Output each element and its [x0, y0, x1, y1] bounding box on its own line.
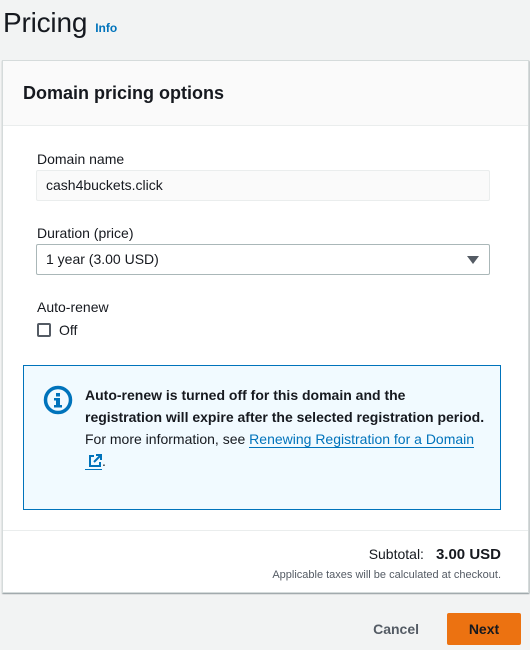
duration-selected-value: 1 year (3.00 USD) [46, 251, 159, 267]
duration-select[interactable]: 1 year (3.00 USD) [36, 244, 490, 275]
subtotal-value: 3.00 USD [435, 546, 501, 563]
domain-name-field[interactable]: cash4buckets.click [36, 170, 490, 201]
page-header: Pricing Info [3, 6, 117, 40]
info-link[interactable]: Info [95, 21, 117, 35]
renewing-registration-link-text: Renewing Registration for a Domain [249, 431, 475, 447]
next-button[interactable]: Next [447, 613, 521, 645]
domain-name-label: Domain name [37, 151, 125, 167]
auto-renew-checkbox-label: Off [59, 322, 78, 338]
alert-text-suffix: . [102, 453, 106, 469]
card-title: Domain pricing options [23, 83, 224, 103]
form-actions: Cancel Next [355, 613, 521, 645]
card-header: Domain pricing options [3, 61, 528, 126]
external-link-icon [89, 454, 102, 467]
alert-heading: Auto-renew is turned off for this domain… [85, 387, 485, 425]
page-title: Pricing [3, 7, 88, 38]
alert-text-prefix: For more information, see [85, 431, 250, 447]
alert-message: Auto-renew is turned off for this domain… [85, 384, 485, 472]
duration-label: Duration (price) [37, 225, 134, 241]
subtotal: Subtotal: 3.00 USD [369, 546, 501, 563]
auto-renew-info-alert: Auto-renew is turned off for this domain… [23, 365, 501, 510]
auto-renew-option[interactable]: Off [37, 321, 77, 339]
alert-more-info: For more information, see Renewing Regis… [85, 428, 485, 472]
domain-pricing-card: Domain pricing options Domain name cash4… [2, 60, 529, 593]
tax-note: Applicable taxes will be calculated at c… [272, 569, 501, 581]
info-circle-icon [43, 385, 73, 415]
auto-renew-label: Auto-renew [37, 299, 109, 315]
subtotal-label: Subtotal: [368, 546, 424, 562]
card-footer: Subtotal: 3.00 USD Applicable taxes will… [3, 530, 528, 592]
auto-renew-checkbox[interactable] [37, 323, 51, 337]
cancel-button[interactable]: Cancel [355, 613, 437, 645]
caret-down-icon [467, 256, 479, 264]
